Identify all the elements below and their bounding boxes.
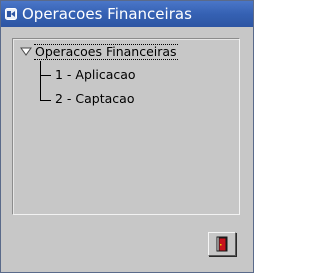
form-window: Operacoes Financeiras Operacoes Financei…	[0, 0, 254, 273]
window-title: Operacoes Financeiras	[22, 5, 192, 23]
tree-item-captacao[interactable]: 2 - Captacao	[55, 92, 134, 106]
tree-branch-line	[40, 100, 51, 101]
exit-door-icon	[216, 236, 228, 252]
exit-button[interactable]	[208, 232, 236, 256]
tree-branch-line	[40, 75, 51, 76]
tree-panel: Operacoes Financeiras 1 - Aplicacao 2 - …	[12, 38, 240, 215]
collapse-triangle-icon[interactable]	[20, 47, 32, 57]
form-icon	[5, 8, 17, 20]
tree-connector-line	[40, 61, 41, 101]
window-titlebar[interactable]: Operacoes Financeiras	[1, 1, 253, 27]
tree-item-aplicacao[interactable]: 1 - Aplicacao	[55, 68, 136, 82]
tree-root-node[interactable]: Operacoes Financeiras	[20, 44, 178, 60]
tree-root-label[interactable]: Operacoes Financeiras	[34, 44, 178, 60]
